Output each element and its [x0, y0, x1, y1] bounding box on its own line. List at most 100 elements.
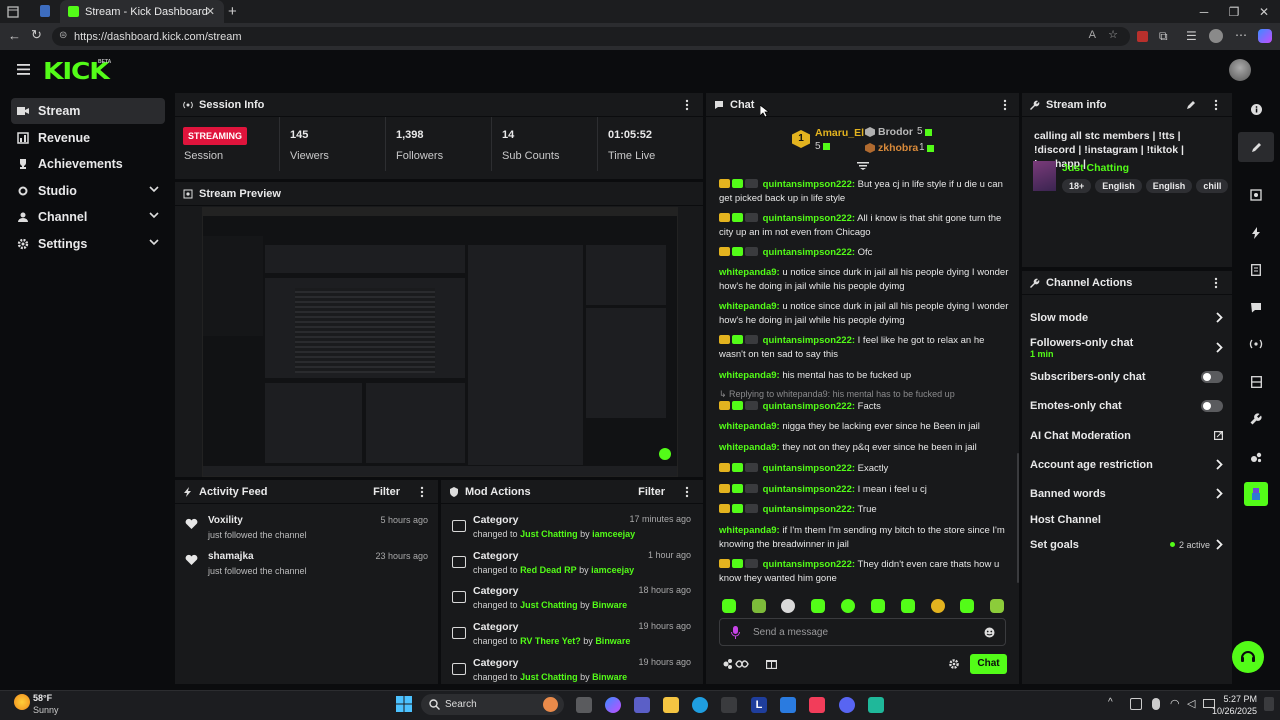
- tab-kick-dashboard[interactable]: Stream - Kick Dashboard ✕: [60, 0, 224, 23]
- user-avatar[interactable]: [1229, 59, 1251, 81]
- app-icon[interactable]: [868, 697, 884, 713]
- mod-action-user[interactable]: iamceejay: [592, 529, 635, 539]
- mod-action-user[interactable]: Binware: [592, 600, 627, 610]
- mod-action-category[interactable]: Just Chatting: [520, 529, 578, 539]
- emote-icon[interactable]: [781, 599, 795, 613]
- tag[interactable]: 18+: [1062, 179, 1092, 193]
- chevron-down-icon[interactable]: [149, 212, 159, 219]
- rail-info-button[interactable]: [1238, 94, 1274, 124]
- refresh-icon[interactable]: ↻: [31, 27, 42, 43]
- volume-icon[interactable]: ◁: [1187, 697, 1195, 710]
- mod-action-category[interactable]: Just Chatting: [520, 672, 578, 682]
- previous-tab-icon[interactable]: [40, 5, 50, 17]
- azure-icon[interactable]: [780, 697, 796, 713]
- action-emotes-only-chat[interactable]: Emotes-only chat: [1030, 400, 1226, 412]
- back-icon[interactable]: ←: [8, 28, 21, 43]
- emote-icon[interactable]: [931, 599, 945, 613]
- kebab-menu-icon[interactable]: [1214, 277, 1218, 289]
- chat-username[interactable]: quintansimpson222:: [763, 463, 855, 474]
- action-account-age-restriction[interactable]: Account age restriction: [1030, 459, 1226, 471]
- hamburger-menu-icon[interactable]: [17, 64, 30, 75]
- rail-broadcast-button[interactable]: [1238, 329, 1274, 359]
- emote-icon[interactable]: [752, 599, 766, 613]
- leader-name[interactable]: Amaru_El: [815, 127, 864, 139]
- emote-icon[interactable]: [722, 599, 736, 613]
- window-menu-icon[interactable]: [6, 5, 20, 19]
- sidebar-item-settings[interactable]: Settings: [11, 231, 165, 257]
- copilot-icon[interactable]: [1258, 29, 1272, 43]
- chat-username[interactable]: whitepanda9:: [719, 421, 780, 432]
- chat-username[interactable]: whitepanda9:: [719, 525, 780, 536]
- chat-username[interactable]: whitepanda9:: [719, 370, 780, 381]
- windows-start-icon[interactable]: [396, 696, 412, 712]
- mod-action-user[interactable]: iamceejay: [591, 565, 634, 575]
- gift-icon[interactable]: [766, 658, 777, 669]
- read-aloud-icon[interactable]: A: [1089, 29, 1096, 41]
- filter-button[interactable]: Filter: [638, 486, 665, 498]
- action-host-channel[interactable]: Host Channel: [1030, 514, 1226, 526]
- rail-notes-button[interactable]: [1238, 255, 1274, 285]
- minimize-button[interactable]: ─: [1189, 0, 1219, 23]
- chat-username[interactable]: quintansimpson222:: [763, 179, 855, 190]
- music-icon[interactable]: [809, 697, 825, 713]
- weather-temp[interactable]: 58°F: [33, 693, 52, 703]
- chat-username[interactable]: quintansimpson222:: [763, 213, 855, 224]
- new-tab-button[interactable]: +: [228, 3, 237, 20]
- chat-settings-gear-icon[interactable]: [949, 659, 959, 669]
- microphone-icon[interactable]: [731, 626, 740, 639]
- action-set-goals[interactable]: Set goals 2 active: [1030, 539, 1226, 551]
- action-slow-mode[interactable]: Slow mode: [1030, 312, 1226, 324]
- chat-username[interactable]: whitepanda9:: [719, 267, 780, 278]
- chat-scrollbar[interactable]: [1017, 453, 1019, 583]
- filter-button[interactable]: Filter: [373, 486, 400, 498]
- sidebar-item-achievements[interactable]: Achievements: [11, 151, 165, 177]
- category-name[interactable]: Just Chatting: [1062, 162, 1129, 174]
- leader-name[interactable]: Brodor: [878, 126, 913, 138]
- emote-icon[interactable]: [871, 599, 885, 613]
- weather-desc[interactable]: Sunny: [33, 705, 59, 715]
- edge-browser-icon[interactable]: [692, 697, 708, 713]
- sidebar-item-revenue[interactable]: Revenue: [11, 125, 165, 151]
- mod-action-category[interactable]: Red Dead RP: [520, 565, 577, 575]
- extension-icon[interactable]: [1137, 31, 1148, 42]
- notification-icon[interactable]: [1264, 697, 1274, 711]
- kebab-menu-icon[interactable]: [1214, 99, 1218, 111]
- action-subscribers-only-chat[interactable]: Subscribers-only chat: [1030, 371, 1226, 383]
- mod-action-user[interactable]: Binware: [592, 672, 627, 682]
- microphone-tray-icon[interactable]: [1152, 698, 1160, 710]
- maximize-button[interactable]: ❐: [1219, 0, 1249, 23]
- weather-icon[interactable]: [14, 694, 30, 710]
- sidebar-item-channel[interactable]: Channel: [11, 204, 165, 230]
- kebab-menu-icon[interactable]: [685, 99, 689, 111]
- kebab-menu-icon[interactable]: [685, 486, 689, 498]
- toggle-switch[interactable]: [1201, 400, 1223, 412]
- favorite-star-icon[interactable]: ☆: [1108, 28, 1118, 41]
- leader-name[interactable]: zkhobra: [878, 142, 918, 154]
- send-chat-button[interactable]: Chat: [970, 654, 1007, 674]
- wifi-icon[interactable]: ◠: [1170, 697, 1180, 710]
- action-banned-words[interactable]: Banned words: [1030, 488, 1226, 500]
- tag[interactable]: English: [1095, 179, 1142, 193]
- store-icon[interactable]: [721, 697, 737, 713]
- rail-edit-button[interactable]: [1238, 132, 1274, 162]
- emote-icon[interactable]: [811, 599, 825, 613]
- close-window-button[interactable]: ✕: [1249, 0, 1279, 23]
- tag[interactable]: English: [1145, 179, 1193, 193]
- chat-input[interactable]: Send a message: [719, 618, 1006, 646]
- rail-layout-button[interactable]: [1238, 367, 1274, 397]
- profile-avatar[interactable]: [1209, 29, 1223, 43]
- taskbar-search[interactable]: Search: [421, 694, 564, 715]
- activity-user[interactable]: shamajka: [208, 551, 254, 562]
- chevron-down-icon[interactable]: [149, 186, 159, 193]
- support-chat-button[interactable]: [1232, 641, 1264, 673]
- chat-username[interactable]: quintansimpson222:: [763, 559, 855, 570]
- rail-tools-button[interactable]: [1238, 404, 1274, 434]
- chat-username[interactable]: quintansimpson222:: [763, 335, 855, 346]
- toggle-switch[interactable]: [1201, 371, 1223, 383]
- emote-icon[interactable]: [990, 599, 1004, 613]
- discord-icon[interactable]: [839, 697, 855, 713]
- rail-activity-button[interactable]: [1238, 218, 1274, 248]
- kebab-menu-icon[interactable]: [1003, 99, 1007, 111]
- chat-username[interactable]: quintansimpson222:: [763, 484, 855, 495]
- sidebar-item-studio[interactable]: Studio: [11, 178, 165, 204]
